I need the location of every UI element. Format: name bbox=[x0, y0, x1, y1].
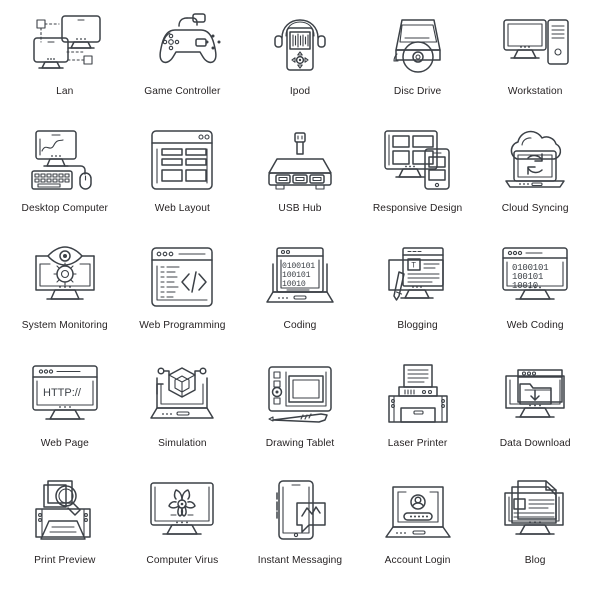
drawing-tablet-icon bbox=[257, 360, 343, 434]
icon-label: Blog bbox=[524, 554, 546, 566]
icon-cell-account-login[interactable]: Account Login bbox=[359, 477, 477, 594]
icon-cell-lan[interactable]: Lan bbox=[6, 8, 124, 125]
icon-label: Blogging bbox=[397, 320, 438, 332]
icon-label: Drawing Tablet bbox=[265, 437, 335, 449]
web-coding-icon: 0100101 100101 10010 bbox=[492, 242, 578, 316]
icon-cell-system-monitoring[interactable]: System Monitoring bbox=[6, 242, 124, 359]
web-programming-icon bbox=[139, 242, 225, 316]
web-layout-icon bbox=[139, 125, 225, 199]
game-controller-icon bbox=[139, 8, 225, 82]
disc-drive-icon bbox=[375, 8, 461, 82]
icon-cell-instant-messaging[interactable]: Instant Messaging bbox=[241, 477, 359, 594]
icon-cell-ipod[interactable]: Ipod bbox=[241, 8, 359, 125]
icon-cell-web-page[interactable]: HTTP:// Web Page bbox=[6, 360, 124, 477]
icon-label: Game Controller bbox=[144, 86, 221, 97]
laser-printer-icon bbox=[375, 360, 461, 434]
icon-grid: Lan Game Controller Ipod Disc Drive Work… bbox=[0, 0, 600, 600]
icon-cell-cloud-syncing[interactable]: Cloud Syncing bbox=[476, 125, 594, 242]
data-download-icon bbox=[492, 360, 578, 434]
icon-label: System Monitoring bbox=[21, 320, 108, 332]
icon-label: Ipod bbox=[289, 86, 311, 97]
web-page-icon: HTTP:// bbox=[22, 360, 108, 434]
icon-cell-drawing-tablet[interactable]: Drawing Tablet bbox=[241, 360, 359, 477]
cloud-syncing-icon bbox=[492, 125, 578, 199]
icon-label: Web Programming bbox=[139, 320, 226, 332]
icon-cell-web-programming[interactable]: Web Programming bbox=[124, 242, 242, 359]
svg-text:0100101: 0100101 bbox=[282, 262, 315, 271]
simulation-icon bbox=[139, 360, 225, 434]
icon-label: Workstation bbox=[507, 86, 563, 97]
print-preview-icon bbox=[22, 477, 108, 551]
svg-text:100101: 100101 bbox=[282, 271, 311, 280]
icon-label: Responsive Design bbox=[372, 203, 463, 215]
http-text: HTTP:// bbox=[43, 387, 82, 399]
icon-cell-usb-hub[interactable]: USB Hub bbox=[241, 125, 359, 242]
icon-cell-web-coding[interactable]: 0100101 100101 10010 Web Coding bbox=[476, 242, 594, 359]
icon-cell-coding[interactable]: 0100101 100101 10010 Coding bbox=[241, 242, 359, 359]
icon-label: Web Page bbox=[40, 437, 89, 449]
icon-cell-web-layout[interactable]: Web Layout bbox=[124, 125, 242, 242]
icon-cell-game-controller[interactable]: Game Controller bbox=[124, 8, 242, 125]
icon-label: Lan bbox=[56, 86, 74, 97]
icon-cell-responsive-design[interactable]: Responsive Design bbox=[359, 125, 477, 242]
icon-cell-desktop-computer[interactable]: Desktop Computer bbox=[6, 125, 124, 242]
workstation-icon bbox=[492, 8, 578, 82]
icon-label: Print Preview bbox=[34, 554, 96, 566]
icon-label: Laser Printer bbox=[387, 437, 448, 449]
responsive-design-icon bbox=[375, 125, 461, 199]
icon-label: Coding bbox=[283, 320, 317, 332]
icon-cell-simulation[interactable]: Simulation bbox=[124, 360, 242, 477]
usb-hub-icon bbox=[257, 125, 343, 199]
icon-cell-workstation[interactable]: Workstation bbox=[476, 8, 594, 125]
icon-label: Web Layout bbox=[154, 203, 210, 215]
icon-label: Desktop Computer bbox=[21, 203, 109, 215]
icon-cell-print-preview[interactable]: Print Preview bbox=[6, 477, 124, 594]
icon-label: Disc Drive bbox=[393, 86, 442, 97]
icon-label: Account Login bbox=[384, 554, 451, 566]
icon-cell-data-download[interactable]: Data Download bbox=[476, 360, 594, 477]
system-monitoring-icon bbox=[22, 242, 108, 316]
blog-icon bbox=[492, 477, 578, 551]
ipod-icon bbox=[257, 8, 343, 82]
icon-cell-computer-virus[interactable]: Computer Virus bbox=[124, 477, 242, 594]
instant-messaging-icon bbox=[257, 477, 343, 551]
icon-label: USB Hub bbox=[278, 203, 322, 215]
icon-label: Data Download bbox=[499, 437, 571, 449]
icon-cell-laser-printer[interactable]: Laser Printer bbox=[359, 360, 477, 477]
blogging-icon: T bbox=[375, 242, 461, 316]
icon-label: Instant Messaging bbox=[257, 554, 343, 566]
icon-label: Computer Virus bbox=[146, 554, 219, 566]
lan-icon bbox=[22, 8, 108, 82]
icon-cell-disc-drive[interactable]: Disc Drive bbox=[359, 8, 477, 125]
icon-label: Simulation bbox=[158, 437, 207, 449]
icon-cell-blogging[interactable]: T Blogging bbox=[359, 242, 477, 359]
svg-text:10010: 10010 bbox=[282, 280, 306, 289]
icon-label: Cloud Syncing bbox=[501, 203, 569, 215]
account-login-icon bbox=[375, 477, 461, 551]
icon-label: Web Coding bbox=[506, 320, 564, 332]
icon-cell-blog[interactable]: Blog bbox=[476, 477, 594, 594]
svg-text:T: T bbox=[411, 262, 416, 271]
desktop-computer-icon bbox=[22, 125, 108, 199]
computer-virus-icon bbox=[139, 477, 225, 551]
coding-icon: 0100101 100101 10010 bbox=[257, 242, 343, 316]
